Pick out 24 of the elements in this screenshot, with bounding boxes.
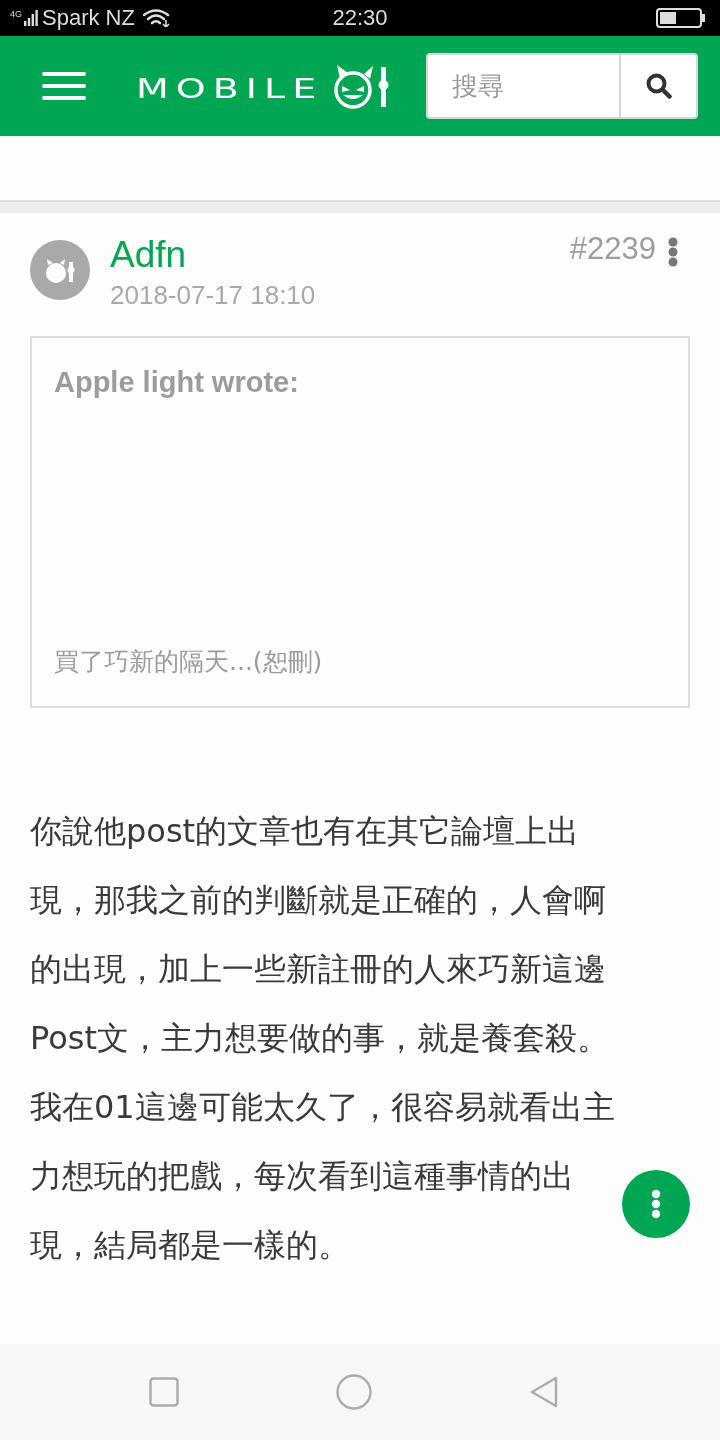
- post-number: #2239: [569, 232, 656, 266]
- quote-excerpt: 買了巧新的隔天...(恕刪): [54, 646, 323, 678]
- back-triangle-icon[interactable]: [529, 1375, 559, 1409]
- quote-source: Apple light wrote:: [54, 366, 299, 399]
- network-type-label: 4G: [10, 9, 22, 19]
- logo-text: MOBILE: [136, 76, 324, 102]
- search-field[interactable]: 搜尋: [426, 53, 620, 119]
- home-circle-icon[interactable]: [336, 1374, 372, 1410]
- devil-face-logo-icon: [331, 63, 390, 109]
- post-date: 2018-07-17 18:10: [110, 279, 316, 312]
- more-options-icon[interactable]: [668, 237, 678, 267]
- wifi-icon: [142, 9, 171, 27]
- search-button[interactable]: [620, 53, 698, 119]
- avatar-icon: [30, 240, 90, 300]
- signal-icon: [24, 10, 38, 26]
- search-icon: [645, 73, 672, 99]
- battery-icon: [656, 8, 706, 28]
- author-name[interactable]: Adfn: [110, 235, 316, 275]
- post-body: 你說他post的文章也有在其它論壇上出現，那我之前的判斷就是正確的，人會啊的出現，加上一些新註冊的人來巧新這邊Post文，主力想要做的事，就是養套殺。我在01這邊可能太久了，很容易就看出主力想玩的把戲，每次看到這種事情的出現，結局都是一樣的。: [30, 811, 616, 1266]
- square-nav-icon[interactable]: [149, 1377, 179, 1407]
- more-options-icon: [651, 1189, 661, 1219]
- status-time: 22:30: [332, 5, 388, 31]
- carrier-name: Spark NZ: [42, 5, 135, 31]
- menu-icon[interactable]: [42, 72, 86, 100]
